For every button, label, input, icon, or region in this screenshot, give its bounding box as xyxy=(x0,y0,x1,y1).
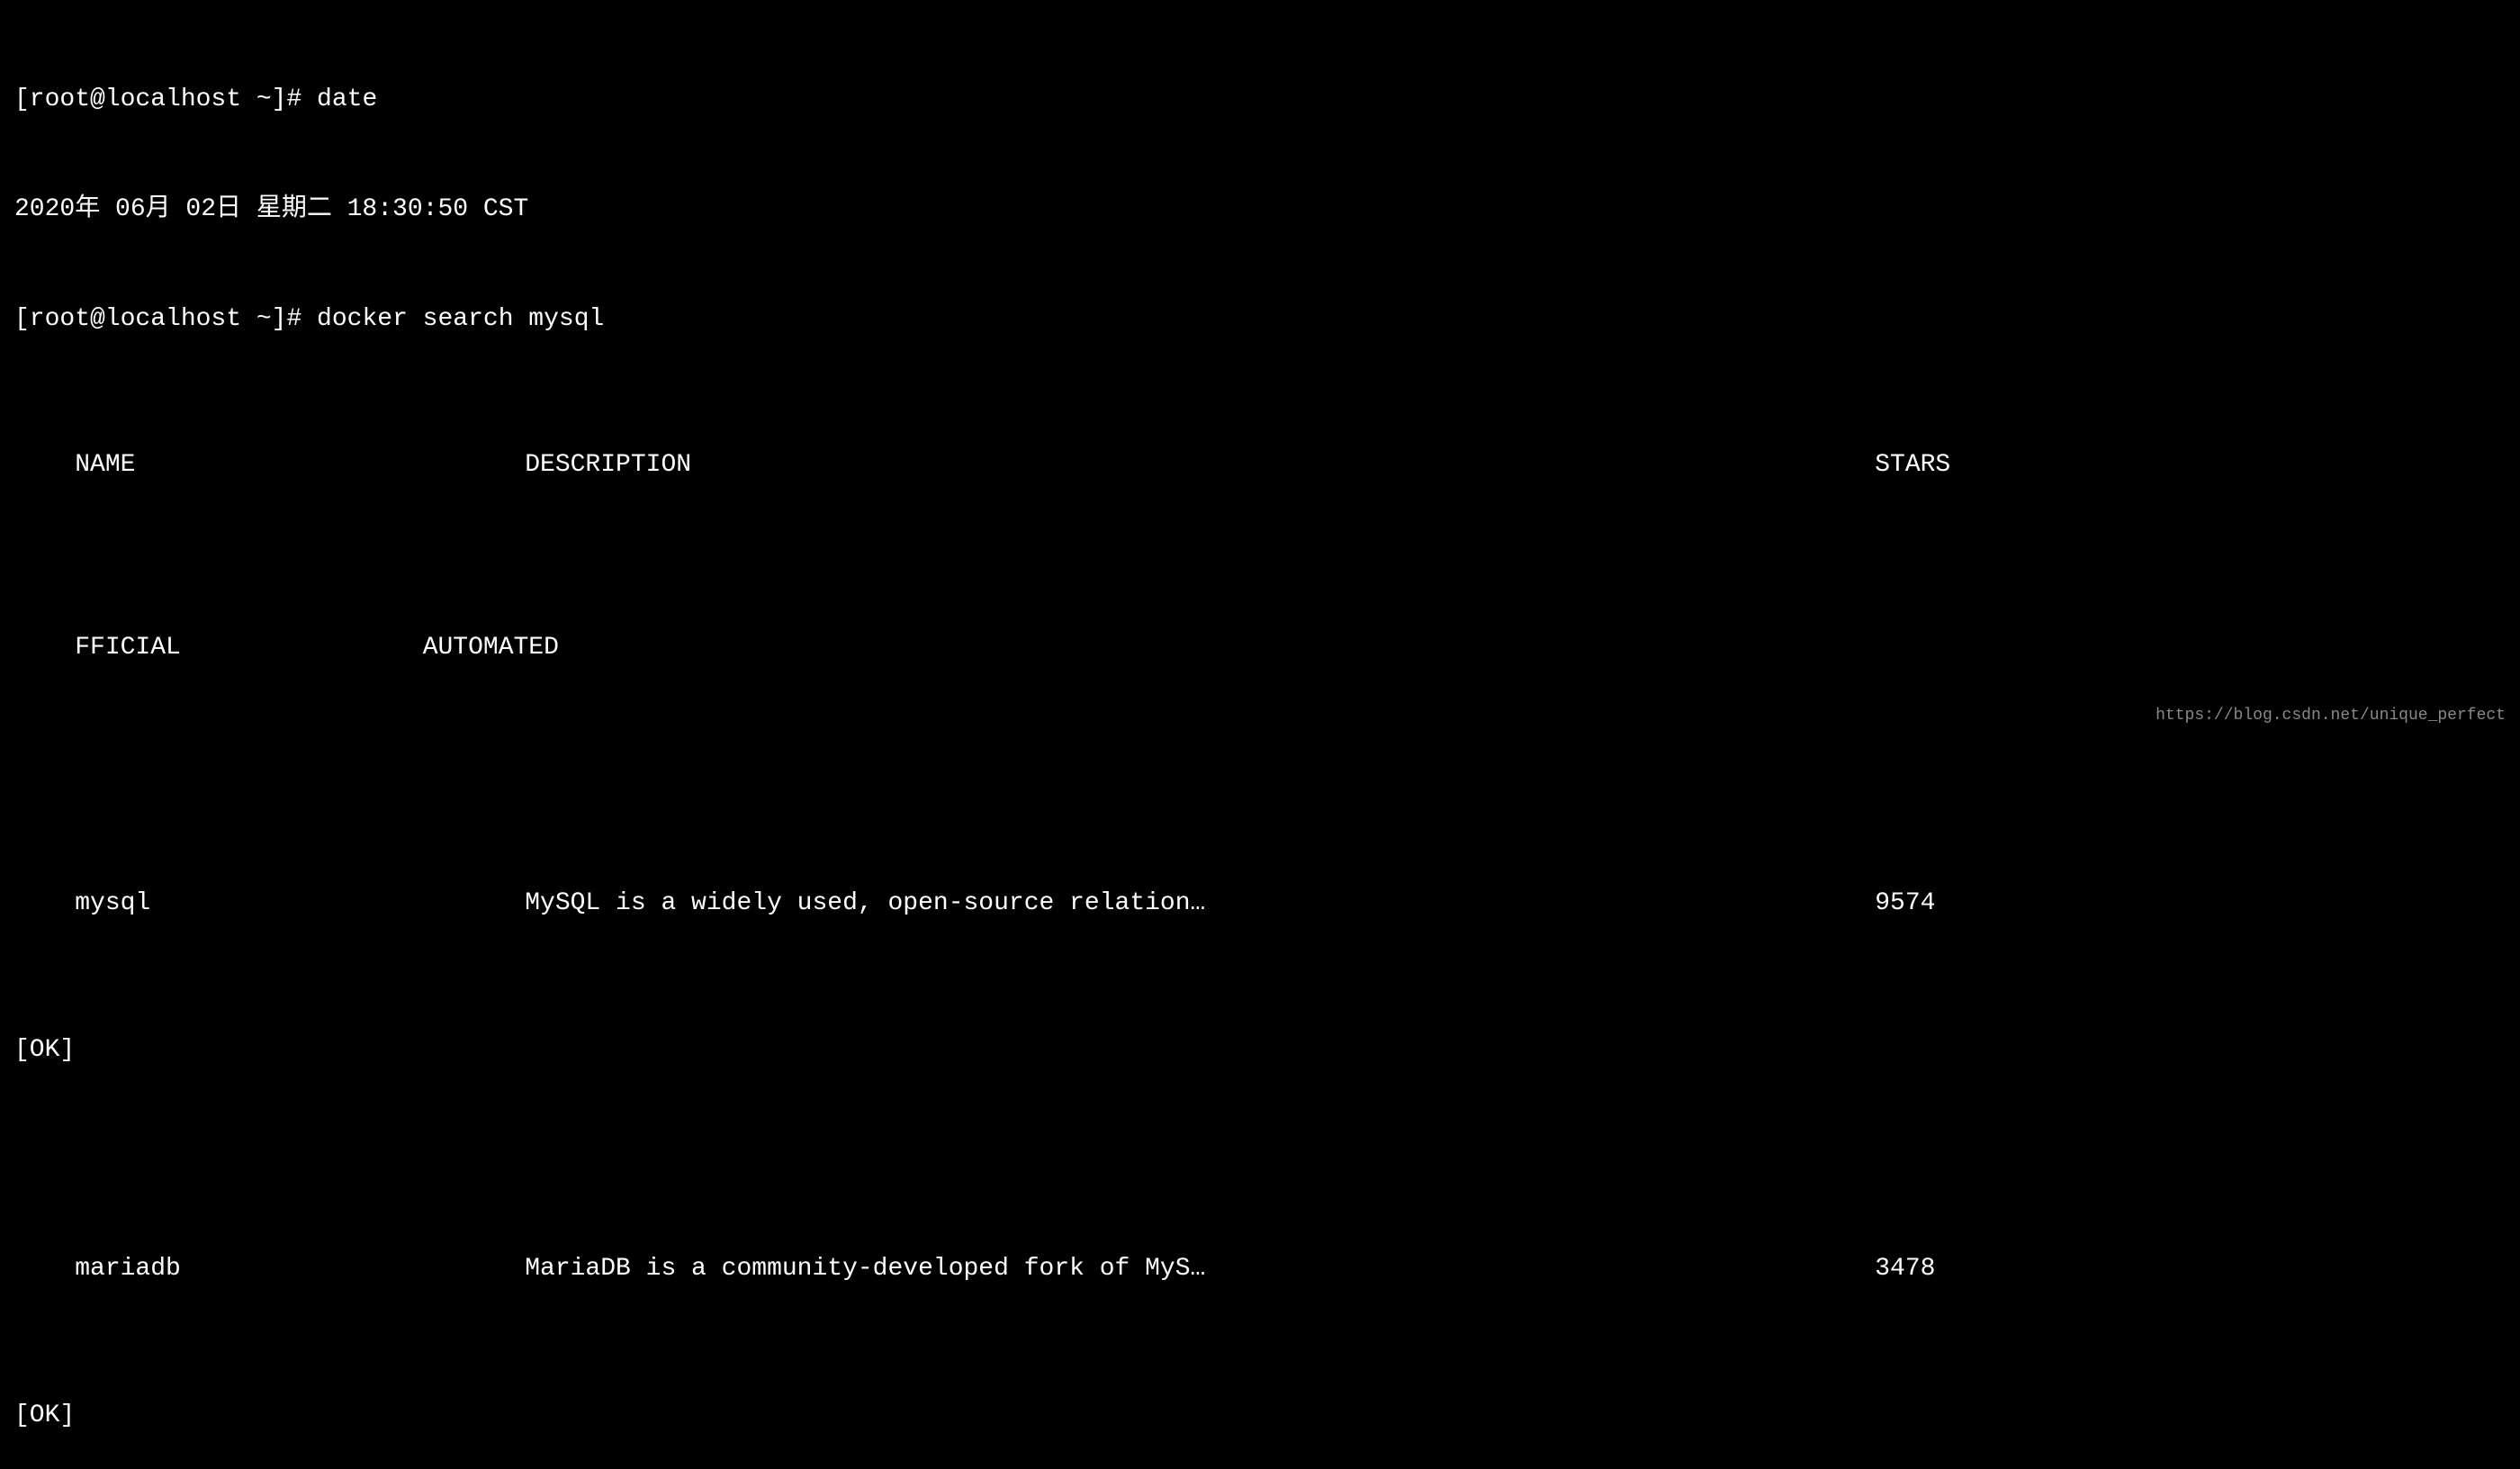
terminal-window: [root@localhost ~]# date 2020年 06月 02日 星… xyxy=(14,9,2506,1469)
table-header-line: NAMEDESCRIPTIONSTARS xyxy=(14,411,2506,521)
table-header-line2: FFICIAL AUTOMATED xyxy=(14,594,2506,704)
row-stars-mariadb: 3478 xyxy=(1875,1251,2055,1288)
row-official-mysql: [OK] xyxy=(14,1032,2506,1069)
command-docker-search-line: [root@localhost ~]# docker search mysql xyxy=(14,302,2506,338)
table-row: mysqlMySQL is a widely used, open-source… xyxy=(14,850,2506,960)
row-desc-mysql: MySQL is a widely used, open-source rela… xyxy=(525,886,1875,923)
command-date-line: [root@localhost ~]# date xyxy=(14,82,2506,119)
row-name-mysql: mysql xyxy=(75,886,525,923)
row-name-mariadb: mariadb xyxy=(75,1251,525,1288)
watermark-text: https://blog.csdn.net/unique_perfect xyxy=(2156,704,2506,727)
date-output-line: 2020年 06月 02日 星期二 18:30:50 CST xyxy=(14,192,2506,229)
row-official-mariadb: [OK] xyxy=(14,1398,2506,1435)
row-desc-mariadb: MariaDB is a community-developed fork of… xyxy=(525,1251,1875,1288)
header-name: NAME xyxy=(75,447,525,484)
header-stars: STARS xyxy=(1875,447,2055,484)
table-row: mariadbMariaDB is a community-developed … xyxy=(14,1215,2506,1325)
header-desc: DESCRIPTION xyxy=(525,447,1875,484)
header-official: FFICIAL xyxy=(75,634,181,662)
row-stars-mysql: 9574 xyxy=(1875,886,2055,923)
header-automated: AUTOMATED xyxy=(423,634,559,662)
